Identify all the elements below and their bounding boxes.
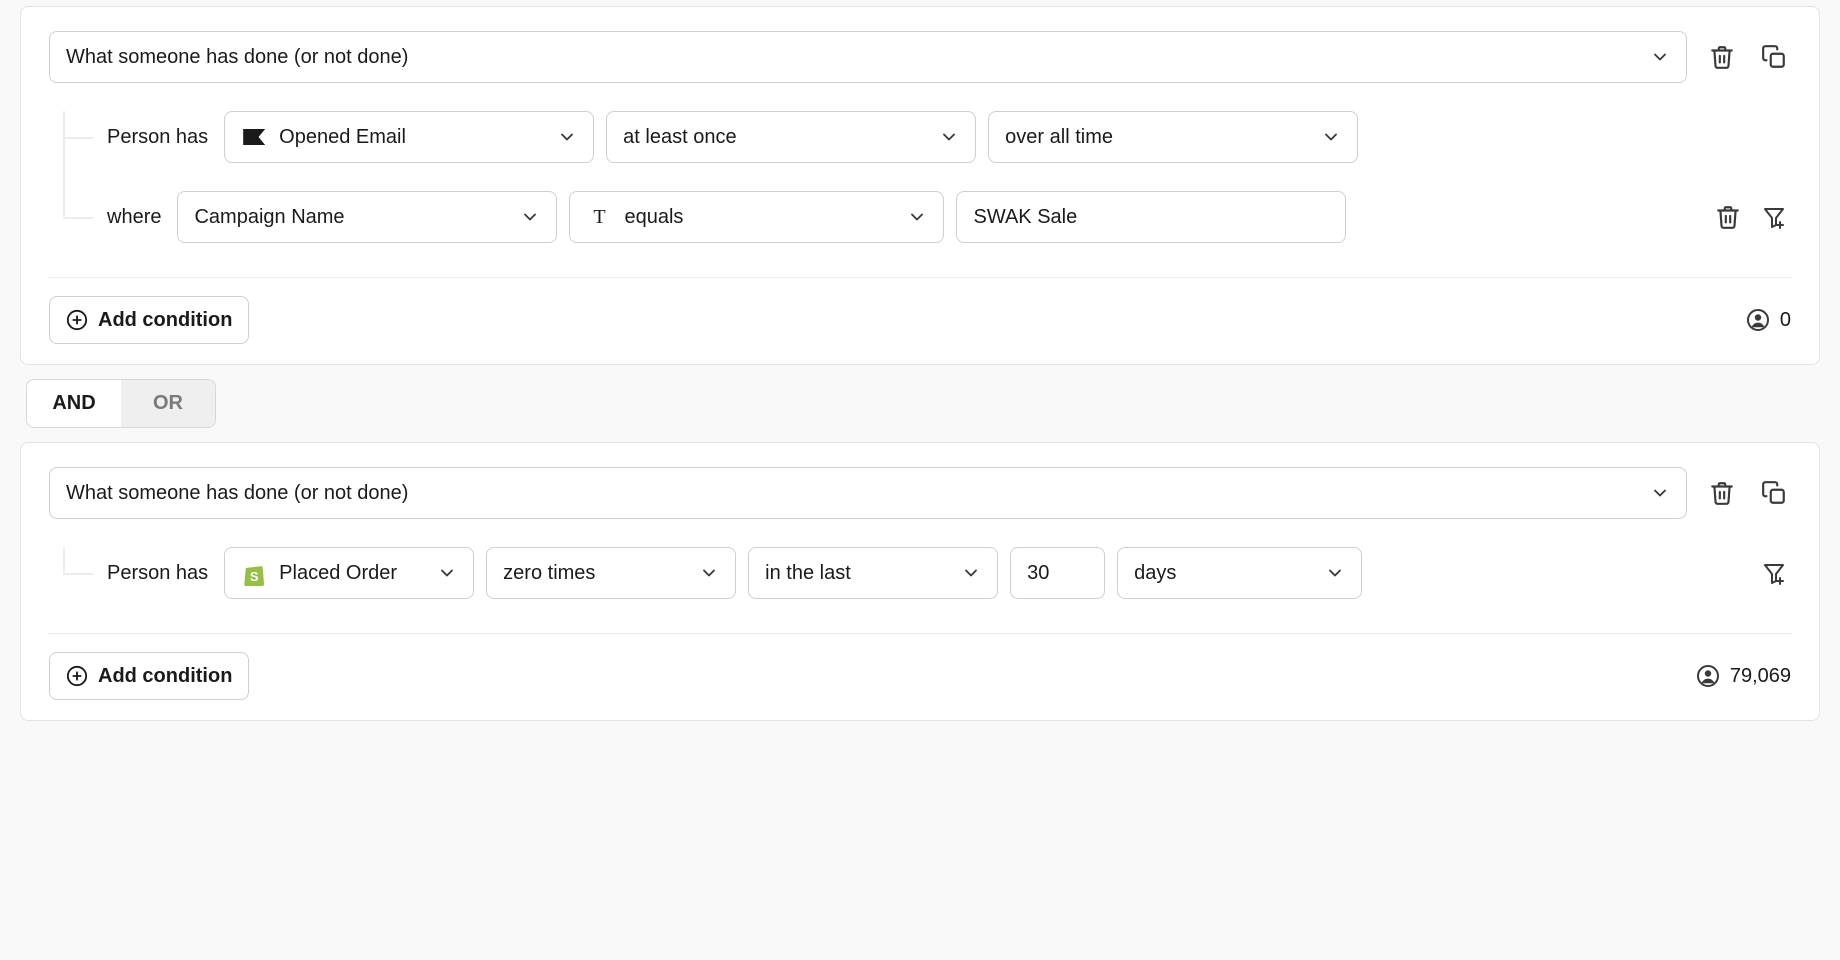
chevron-down-icon: [557, 127, 577, 147]
add-condition-label: Add condition: [98, 665, 232, 688]
row-prefix: Person has: [107, 126, 208, 149]
chevron-down-icon: [961, 563, 981, 583]
frequency-select[interactable]: at least once: [606, 111, 976, 163]
delete-group-button[interactable]: [1705, 40, 1739, 74]
event-label: Opened Email: [279, 126, 406, 149]
operator-select[interactable]: T equals: [569, 191, 944, 243]
person-icon: [1696, 664, 1720, 688]
chevron-down-icon: [1321, 127, 1341, 147]
group2-count: 79,069: [1696, 664, 1791, 688]
group1-rows: Person has Opened Email at least once ov…: [63, 111, 1791, 243]
plus-circle-icon: [66, 665, 88, 687]
frequency-label: at least once: [623, 126, 736, 149]
chevron-down-icon: [437, 563, 457, 583]
chevron-down-icon: [939, 127, 959, 147]
attribute-select[interactable]: Campaign Name: [177, 191, 557, 243]
add-condition-button[interactable]: Add condition: [49, 296, 249, 344]
frequency-select[interactable]: zero times: [486, 547, 736, 599]
duplicate-group-button[interactable]: [1757, 40, 1791, 74]
frequency-label: zero times: [503, 562, 595, 585]
and-option[interactable]: AND: [27, 380, 121, 427]
row-prefix: Person has: [107, 562, 208, 585]
add-condition-button[interactable]: Add condition: [49, 652, 249, 700]
chevron-down-icon: [699, 563, 719, 583]
add-filter-button[interactable]: [1757, 556, 1791, 590]
unit-select[interactable]: days: [1117, 547, 1362, 599]
value-input[interactable]: [956, 191, 1346, 243]
flag-icon: [241, 129, 267, 145]
chevron-down-icon: [1650, 483, 1670, 503]
group2-row-event: Person has S Placed Order zero times in …: [63, 547, 1791, 599]
timeframe-label: over all time: [1005, 126, 1113, 149]
operator-label: equals: [624, 206, 683, 229]
condition-group-2: What someone has done (or not done) Pers…: [20, 442, 1820, 721]
chevron-down-icon: [907, 207, 927, 227]
and-or-toggle[interactable]: AND OR: [26, 379, 216, 428]
group1-count: 0: [1746, 308, 1791, 332]
event-select[interactable]: S Placed Order: [224, 547, 474, 599]
count-value: 79,069: [1730, 665, 1791, 688]
duplicate-group-button[interactable]: [1757, 476, 1791, 510]
unit-label: days: [1134, 562, 1176, 585]
or-option[interactable]: OR: [121, 380, 215, 427]
condition-type-select[interactable]: What someone has done (or not done): [49, 467, 1687, 519]
shopify-icon: S: [241, 560, 267, 586]
text-type-icon: T: [586, 206, 612, 229]
add-condition-label: Add condition: [98, 309, 232, 332]
plus-circle-icon: [66, 309, 88, 331]
row-prefix: where: [107, 206, 161, 229]
delete-filter-button[interactable]: [1711, 200, 1745, 234]
condition-type-label: What someone has done (or not done): [66, 46, 408, 69]
group1-header: What someone has done (or not done): [49, 31, 1791, 83]
timeframe-select[interactable]: in the last: [748, 547, 998, 599]
group1-row-event: Person has Opened Email at least once ov…: [63, 111, 1791, 163]
chevron-down-icon: [1325, 563, 1345, 583]
person-icon: [1746, 308, 1770, 332]
timeframe-label: in the last: [765, 562, 851, 585]
chevron-down-icon: [1650, 47, 1670, 67]
count-value: 0: [1780, 309, 1791, 332]
attribute-label: Campaign Name: [194, 206, 344, 229]
timeframe-select[interactable]: over all time: [988, 111, 1358, 163]
group2-footer: Add condition 79,069: [49, 652, 1791, 700]
condition-group-1: What someone has done (or not done) Pers…: [20, 6, 1820, 365]
group2-header: What someone has done (or not done): [49, 467, 1791, 519]
divider: [47, 277, 1793, 278]
condition-type-label: What someone has done (or not done): [66, 482, 408, 505]
condition-type-select[interactable]: What someone has done (or not done): [49, 31, 1687, 83]
group2-rows: Person has S Placed Order zero times in …: [63, 547, 1791, 599]
chevron-down-icon: [520, 207, 540, 227]
number-input[interactable]: [1010, 547, 1105, 599]
divider: [47, 633, 1793, 634]
event-select[interactable]: Opened Email: [224, 111, 594, 163]
event-label: Placed Order: [279, 562, 397, 585]
group1-footer: Add condition 0: [49, 296, 1791, 344]
add-filter-button[interactable]: [1757, 200, 1791, 234]
group1-row-filter: where Campaign Name T equals: [63, 191, 1791, 243]
delete-group-button[interactable]: [1705, 476, 1739, 510]
